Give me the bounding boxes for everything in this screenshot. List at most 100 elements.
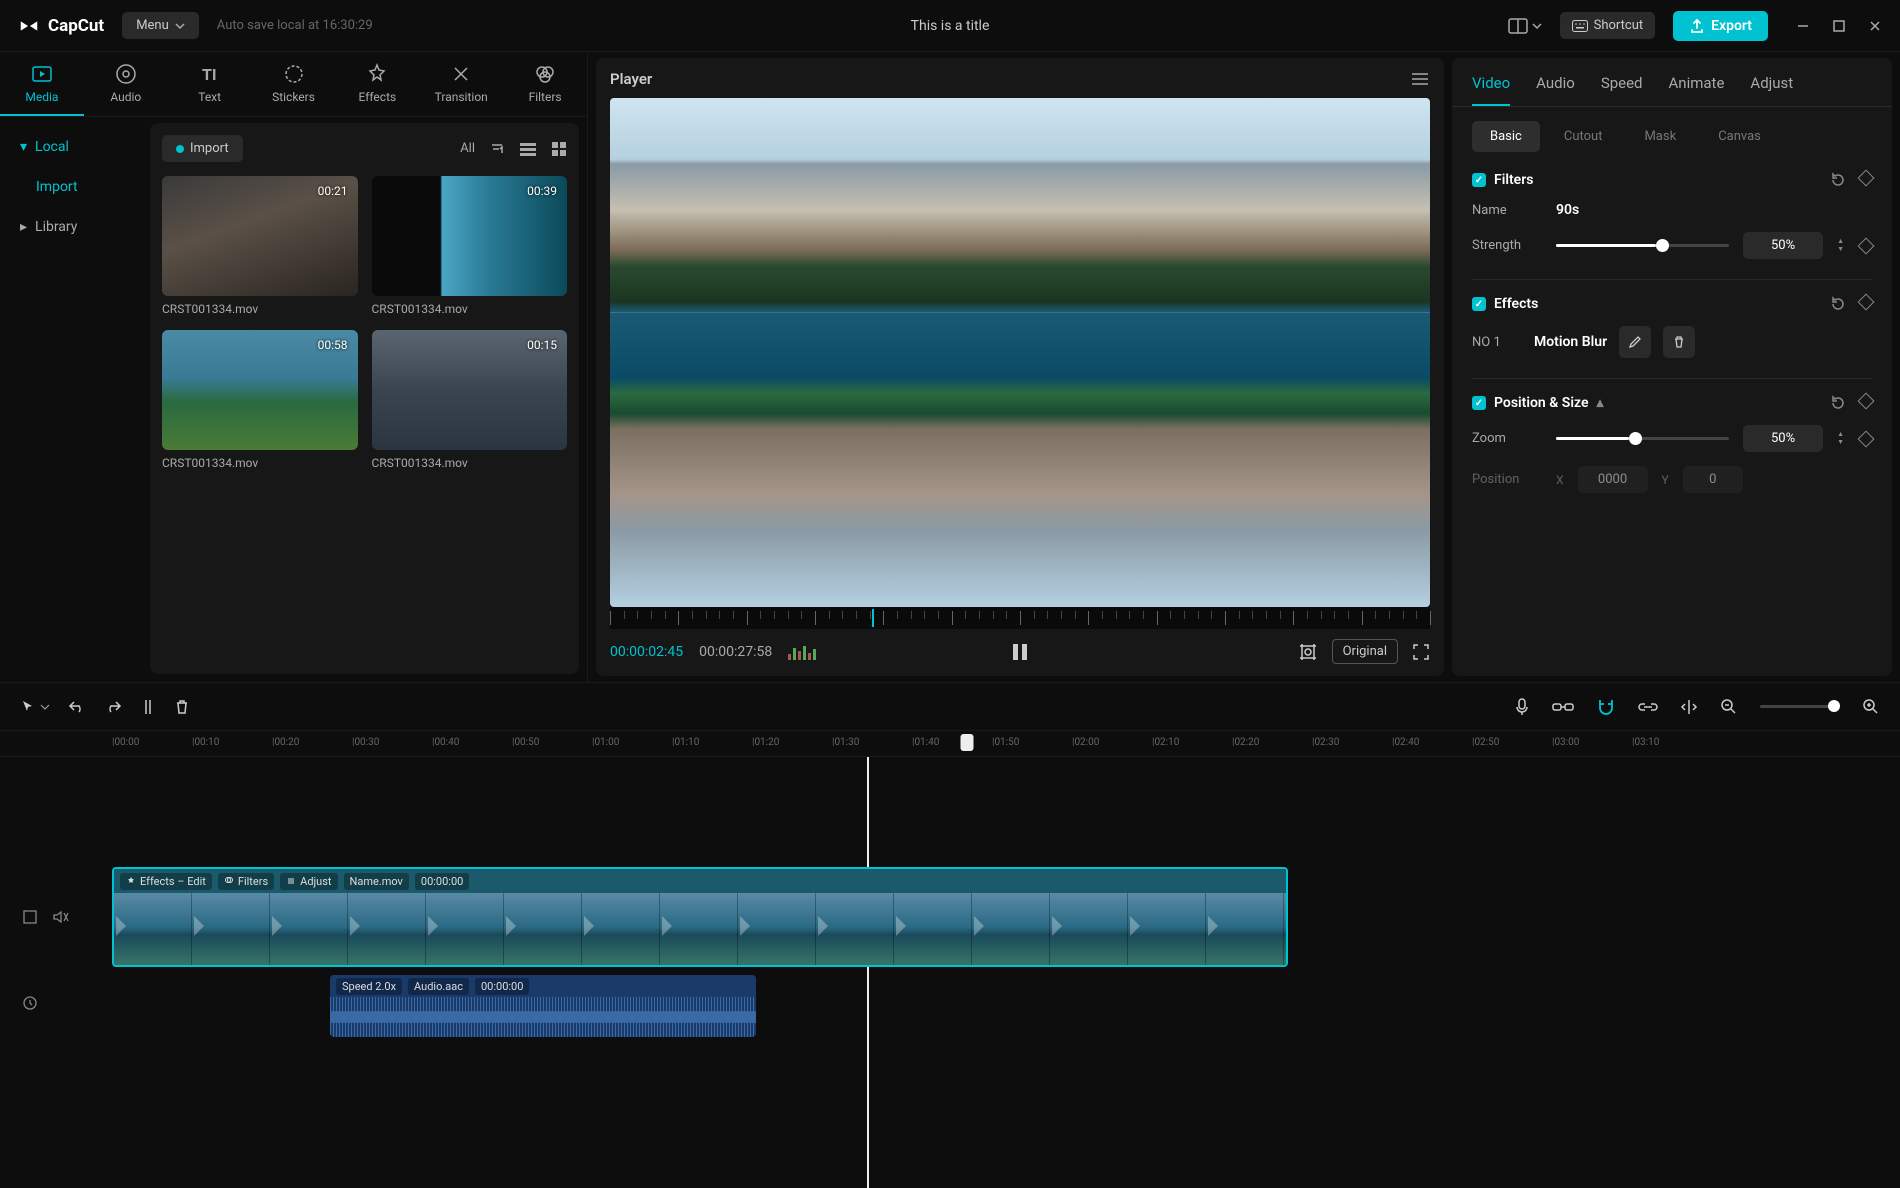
subtab-cutout[interactable]: Cutout bbox=[1546, 121, 1621, 152]
clip-tag-filters[interactable]: Filters bbox=[218, 873, 274, 890]
video-preview[interactable] bbox=[610, 98, 1430, 607]
chevron-up-icon[interactable]: ▴ bbox=[1596, 395, 1603, 411]
keyframe-icon[interactable] bbox=[1858, 430, 1875, 447]
media-duration: 00:15 bbox=[527, 338, 557, 352]
position-label: Position bbox=[1472, 472, 1542, 487]
close-icon[interactable] bbox=[1868, 19, 1882, 33]
video-clip[interactable]: Effects – Edit Filters Adjust Name.mov 0… bbox=[112, 867, 1288, 967]
grid-view-icon[interactable] bbox=[551, 141, 567, 157]
player-panel: Player 00:00:02:45 00:00:27:58 Original bbox=[596, 58, 1444, 676]
audio-levels-icon[interactable] bbox=[788, 644, 816, 660]
zoom-input[interactable]: 50% bbox=[1743, 425, 1823, 452]
export-button[interactable]: Export bbox=[1673, 11, 1768, 41]
player-ruler[interactable] bbox=[610, 607, 1430, 629]
clip-tag-effects[interactable]: Effects – Edit bbox=[120, 873, 212, 890]
timeline-body[interactable]: Effects – Edit Filters Adjust Name.mov 0… bbox=[0, 757, 1900, 1188]
zoom-in-icon[interactable] bbox=[1862, 698, 1880, 716]
reset-icon[interactable] bbox=[1830, 296, 1846, 312]
menu-button[interactable]: Menu bbox=[122, 12, 199, 39]
redo-button[interactable] bbox=[104, 699, 122, 715]
track-clock-icon[interactable] bbox=[22, 995, 38, 1011]
pause-button[interactable] bbox=[1011, 642, 1029, 662]
media-item[interactable]: 00:39CRST001334.mov bbox=[372, 176, 568, 316]
step-down-icon[interactable]: ▼ bbox=[1837, 246, 1844, 253]
media-item[interactable]: 00:21CRST001334.mov bbox=[162, 176, 358, 316]
zoom-slider[interactable] bbox=[1556, 437, 1729, 440]
media-item[interactable]: 00:15CRST001334.mov bbox=[372, 330, 568, 470]
position-x-input[interactable]: 0000 bbox=[1578, 466, 1648, 493]
delete-effect-button[interactable] bbox=[1663, 326, 1695, 358]
mic-icon[interactable] bbox=[1514, 697, 1530, 717]
tab-transition[interactable]: Transition bbox=[419, 52, 503, 116]
subtab-canvas[interactable]: Canvas bbox=[1700, 121, 1779, 152]
reset-icon[interactable] bbox=[1830, 395, 1846, 411]
capcut-logo-icon bbox=[18, 15, 40, 37]
player-menu-icon[interactable] bbox=[1410, 72, 1430, 86]
original-button[interactable]: Original bbox=[1332, 639, 1398, 664]
sort-icon[interactable] bbox=[489, 141, 505, 157]
audio-clip[interactable]: Speed 2.0x Audio.aac 00:00:00 bbox=[330, 975, 756, 1037]
app-name: CapCut bbox=[48, 16, 104, 36]
minimize-icon[interactable] bbox=[1796, 19, 1810, 33]
timeline-ruler[interactable]: |00:00|00:10|00:20|00:30|00:40|00:50|01:… bbox=[0, 731, 1900, 757]
media-item[interactable]: 00:58CRST001334.mov bbox=[162, 330, 358, 470]
audio-track[interactable]: Speed 2.0x Audio.aac 00:00:00 bbox=[100, 975, 1900, 1037]
keyframe-icon[interactable] bbox=[1858, 237, 1875, 254]
delete-button[interactable] bbox=[174, 698, 190, 716]
link-icon[interactable] bbox=[1552, 700, 1574, 714]
track-mute-icon[interactable] bbox=[52, 909, 70, 925]
tab-adjust[interactable]: Adjust bbox=[1750, 74, 1793, 106]
align-icon[interactable] bbox=[1680, 698, 1698, 716]
video-track[interactable]: Effects – Edit Filters Adjust Name.mov 0… bbox=[100, 867, 1900, 967]
maximize-icon[interactable] bbox=[1832, 19, 1846, 33]
reset-icon[interactable] bbox=[1830, 172, 1846, 188]
import-button[interactable]: Import bbox=[162, 135, 243, 162]
tab-video[interactable]: Video bbox=[1472, 74, 1510, 106]
clip-tag-adjust[interactable]: Adjust bbox=[280, 873, 337, 890]
tab-animate[interactable]: Animate bbox=[1669, 74, 1725, 106]
keyframe-icon[interactable] bbox=[1858, 393, 1875, 410]
tab-audio-right[interactable]: Audio bbox=[1536, 74, 1575, 106]
track-settings-icon[interactable] bbox=[22, 909, 38, 925]
position-y-input[interactable]: 0 bbox=[1683, 466, 1743, 493]
strength-input[interactable]: 50% bbox=[1743, 232, 1823, 259]
zoom-out-icon[interactable] bbox=[1720, 698, 1738, 716]
undo-button[interactable] bbox=[68, 699, 86, 715]
filter-all-label[interactable]: All bbox=[460, 141, 475, 156]
section-filters: Filters Name90s Strength 50% ▲▼ bbox=[1472, 172, 1872, 259]
strength-slider[interactable] bbox=[1556, 244, 1729, 247]
effects-checkbox[interactable] bbox=[1472, 297, 1486, 311]
sidebar-item-library[interactable]: ▸Library bbox=[0, 207, 150, 247]
project-title[interactable]: This is a title bbox=[911, 18, 990, 34]
step-down-icon[interactable]: ▼ bbox=[1837, 439, 1844, 446]
tab-speed[interactable]: Speed bbox=[1601, 74, 1643, 106]
tab-stickers[interactable]: Stickers bbox=[252, 52, 336, 116]
sidebar-item-import[interactable]: Import bbox=[0, 167, 150, 207]
tab-text[interactable]: TIText bbox=[168, 52, 252, 116]
timeline-zoom-slider[interactable] bbox=[1760, 705, 1840, 708]
layout-icon[interactable] bbox=[1508, 18, 1542, 34]
fullscreen-icon[interactable] bbox=[1412, 643, 1430, 661]
select-tool[interactable] bbox=[20, 699, 50, 715]
tab-effects[interactable]: Effects bbox=[335, 52, 419, 116]
keyframe-icon[interactable] bbox=[1858, 170, 1875, 187]
crop-icon[interactable] bbox=[1298, 642, 1318, 662]
step-up-icon[interactable]: ▲ bbox=[1837, 431, 1844, 438]
chain-icon[interactable] bbox=[1638, 700, 1658, 714]
subtab-mask[interactable]: Mask bbox=[1626, 121, 1694, 152]
keyframe-icon[interactable] bbox=[1858, 294, 1875, 311]
tab-media[interactable]: Media bbox=[0, 52, 84, 116]
shortcut-button[interactable]: Shortcut bbox=[1560, 12, 1656, 39]
subtab-basic[interactable]: Basic bbox=[1472, 121, 1540, 152]
split-button[interactable] bbox=[140, 698, 156, 716]
list-view-icon[interactable] bbox=[519, 142, 537, 156]
edit-effect-button[interactable] bbox=[1619, 326, 1651, 358]
sidebar-item-local[interactable]: ▾Local bbox=[0, 127, 150, 167]
playhead[interactable] bbox=[867, 757, 869, 1188]
tab-filters[interactable]: Filters bbox=[503, 52, 587, 116]
tab-audio[interactable]: Audio bbox=[84, 52, 168, 116]
position-checkbox[interactable] bbox=[1472, 396, 1486, 410]
magnet-icon[interactable] bbox=[1596, 698, 1616, 716]
filters-checkbox[interactable] bbox=[1472, 173, 1486, 187]
step-up-icon[interactable]: ▲ bbox=[1837, 238, 1844, 245]
